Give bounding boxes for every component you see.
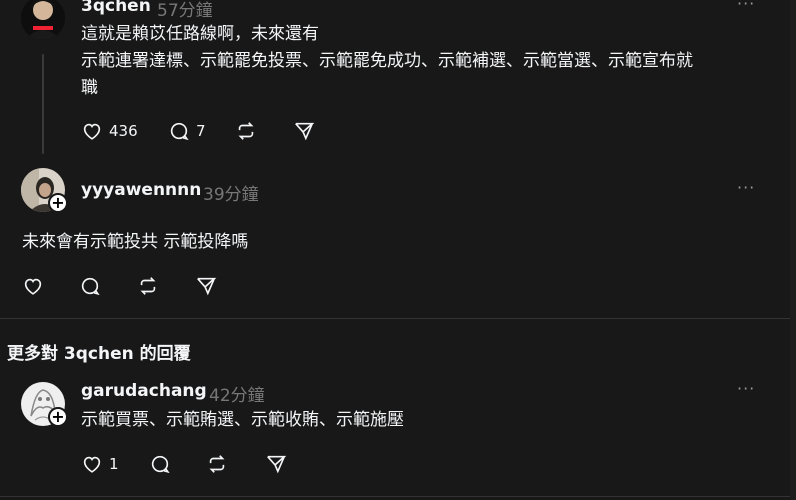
share-button[interactable]	[195, 275, 217, 297]
username[interactable]: 3qchen	[81, 0, 151, 16]
divider	[0, 496, 790, 497]
divider	[0, 318, 790, 319]
scrollbar[interactable]	[790, 0, 796, 500]
section-title: 更多對 3qchen 的回覆	[7, 344, 191, 364]
more-icon[interactable]: ···	[737, 0, 755, 13]
repost-button[interactable]	[235, 120, 257, 142]
heart-icon	[83, 456, 101, 473]
like-button[interactable]: 436	[81, 120, 138, 142]
post-text: 職	[81, 78, 98, 98]
repost-button[interactable]	[137, 275, 159, 297]
more-icon[interactable]: ···	[737, 379, 755, 398]
send-icon	[295, 122, 315, 141]
reply-button[interactable]	[149, 453, 171, 475]
reply-count: 7	[196, 122, 206, 140]
avatar[interactable]	[21, 0, 65, 40]
post-text: 示範買票、示範賄選、示範收賄、示範施壓	[81, 410, 404, 430]
post-text: 示範連署達標、示範罷免投票、示範罷免成功、示範補選、示範當選、示範宣布就	[81, 51, 693, 71]
like-count: 436	[109, 122, 138, 140]
comment-icon	[81, 277, 100, 296]
send-icon	[267, 455, 287, 474]
follow-plus-icon[interactable]: +	[48, 407, 68, 427]
share-button[interactable]	[265, 453, 287, 475]
avatar-image	[21, 0, 65, 40]
timestamp[interactable]: 39分鐘	[203, 180, 259, 205]
repost-button[interactable]	[206, 453, 228, 475]
comment-icon	[170, 122, 189, 141]
heart-icon	[24, 278, 42, 295]
post-text: 未來會有示範投共 示範投降嗎	[22, 232, 249, 252]
post-text: 這就是賴苡任路線啊，未來還有	[81, 24, 319, 44]
like-button[interactable]: 1	[81, 453, 119, 475]
reply-button[interactable]	[79, 275, 101, 297]
heart-icon	[83, 123, 101, 140]
timestamp[interactable]: 42分鐘	[209, 381, 265, 406]
like-count: 1	[109, 455, 119, 473]
comment-icon	[151, 455, 170, 474]
username[interactable]: garudachang	[81, 381, 207, 401]
repost-icon	[209, 455, 225, 473]
username[interactable]: yyyawennnn	[81, 180, 201, 200]
repost-icon	[140, 277, 156, 295]
repost-icon	[238, 122, 254, 140]
thread-line	[42, 54, 44, 154]
timestamp[interactable]: 57分鐘	[157, 0, 213, 21]
send-icon	[197, 277, 217, 296]
share-button[interactable]	[293, 120, 315, 142]
like-button[interactable]	[22, 275, 44, 297]
more-icon[interactable]: ···	[737, 178, 755, 197]
follow-plus-icon[interactable]: +	[48, 193, 68, 213]
reply-button[interactable]: 7	[168, 120, 206, 142]
